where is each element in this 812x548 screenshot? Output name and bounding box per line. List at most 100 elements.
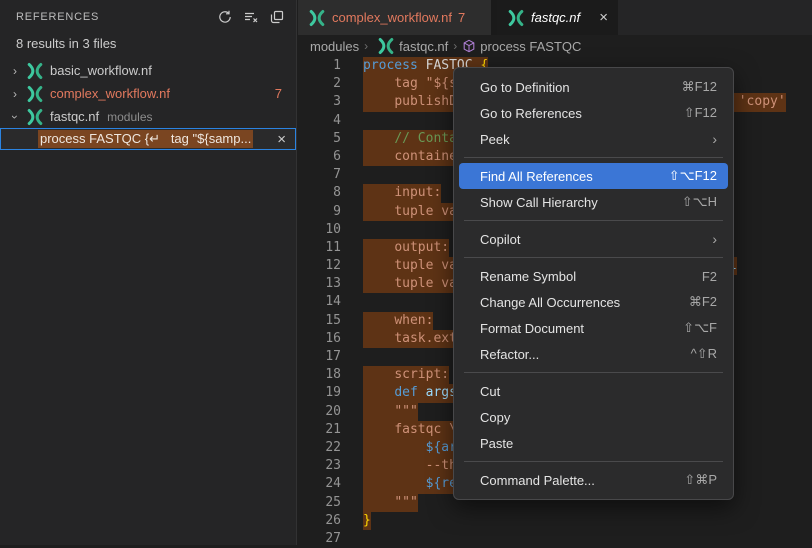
code-text: when:	[363, 312, 433, 330]
file-name: complex_workflow.nf	[50, 86, 170, 101]
chevron-right-icon[interactable]: ›	[8, 87, 22, 101]
chevron-down-icon[interactable]: ›	[8, 110, 22, 124]
code-token	[363, 204, 394, 219]
results-summary: 8 results in 3 files	[0, 34, 296, 59]
menu-item-shortcut: ⇧⌥F	[683, 320, 717, 336]
chevron-right-icon[interactable]: ›	[8, 64, 22, 78]
menu-item-show-call-hierarchy[interactable]: Show Call Hierarchy ⇧⌥H	[459, 189, 728, 215]
menu-item-label: Show Call Hierarchy	[480, 195, 598, 210]
breadcrumb: modules › fastqc.nf › process FASTQC	[298, 35, 812, 57]
nextflow-icon	[26, 85, 44, 103]
menu-item-command-palette[interactable]: Command Palette... ⇧⌘P	[459, 467, 728, 493]
breadcrumb-item-fastqc-nf[interactable]: fastqc.nf	[373, 37, 448, 55]
line-number: 26	[298, 512, 341, 530]
code-token	[363, 185, 394, 200]
tree-item-complex-workflow-nf[interactable]: ›complex_workflow.nf7	[0, 82, 296, 105]
menu-item-shortcut: ⌘F12	[682, 79, 717, 95]
code-token	[363, 495, 394, 510]
breadcrumb-item-process-fastqc[interactable]: process FASTQC	[462, 39, 581, 54]
code-token	[363, 422, 394, 437]
breadcrumb-label: modules	[310, 39, 359, 54]
code-token	[418, 76, 426, 91]
line-number: 27	[298, 530, 341, 548]
menu-item-copilot[interactable]: Copilot›	[459, 226, 728, 252]
code-token	[363, 404, 394, 419]
menu-item-label: Change All Occurrences	[480, 295, 620, 310]
line-number: 6	[298, 148, 341, 166]
menu-item-go-to-definition[interactable]: Go to Definition ⌘F12	[459, 74, 728, 100]
code-token	[363, 94, 394, 109]
code-text: """	[363, 494, 418, 512]
tab-fastqc-nf[interactable]: fastqc.nf×	[497, 0, 618, 35]
code-token	[363, 440, 426, 455]
menu-item-change-all-occurrences[interactable]: Change All Occurrences ⌘F2	[459, 289, 728, 315]
menu-item-label: Copy	[480, 410, 510, 425]
code-token: 'copy'	[739, 94, 786, 109]
menu-item-label: Format Document	[480, 321, 584, 336]
menu-item-label: Peek	[480, 132, 510, 147]
refresh-icon	[217, 9, 233, 25]
menu-separator	[464, 257, 723, 258]
breadcrumb-item-modules[interactable]: modules	[310, 39, 359, 54]
menu-item-label: Copilot	[480, 232, 520, 247]
line-number: 11	[298, 239, 341, 257]
line-number: 4	[298, 112, 341, 130]
clear-all-button[interactable]	[240, 6, 262, 28]
dismiss-result-icon[interactable]: ×	[277, 132, 286, 147]
breadcrumb-separator-icon: ›	[364, 39, 368, 53]
nextflow-icon	[308, 9, 326, 27]
tab-label: complex_workflow.nf	[332, 10, 452, 25]
collapse-all-icon	[269, 9, 285, 25]
file-name: basic_workflow.nf	[50, 63, 152, 78]
menu-item-peek[interactable]: Peek›	[459, 126, 728, 152]
menu-item-shortcut: ⌘F2	[689, 294, 717, 310]
code-line-26[interactable]: 26}	[298, 512, 812, 530]
menu-item-cut[interactable]: Cut	[459, 378, 728, 404]
line-number: 22	[298, 439, 341, 457]
menu-item-shortcut: ⇧⌘P	[684, 472, 717, 488]
line-number: 14	[298, 293, 341, 311]
menu-item-shortcut: ⇧F12	[684, 105, 717, 121]
menu-item-go-to-references[interactable]: Go to References⇧F12	[459, 100, 728, 126]
reference-result-item[interactable]: process FASTQC {↵ tag "${samp... ×	[0, 128, 296, 150]
code-token	[363, 367, 394, 382]
code-line-27[interactable]: 27	[298, 530, 812, 548]
line-number: 25	[298, 494, 341, 512]
code-text: """	[363, 403, 418, 421]
tree-item-fastqc-nf[interactable]: › fastqc.nf modules	[0, 105, 296, 128]
collapse-all-button[interactable]	[266, 6, 288, 28]
code-token: input:	[394, 185, 441, 200]
menu-item-label: Rename Symbol	[480, 269, 576, 284]
line-number: 2	[298, 75, 341, 93]
menu-item-copy[interactable]: Copy	[459, 404, 728, 430]
menu-item-shortcut: ⇧⌥H	[682, 194, 717, 210]
tab-complex-workflow-nf[interactable]: complex_workflow.nf7	[298, 0, 491, 35]
breadcrumb-label: fastqc.nf	[399, 39, 448, 54]
menu-separator	[464, 372, 723, 373]
code-token: """	[394, 404, 417, 419]
symbol-module-icon	[462, 39, 476, 53]
menu-item-rename-symbol[interactable]: Rename SymbolF2	[459, 263, 728, 289]
nextflow-icon	[377, 37, 395, 55]
code-token	[363, 313, 394, 328]
code-token: tag	[394, 76, 417, 91]
line-number: 20	[298, 403, 341, 421]
menu-item-format-document[interactable]: Format Document ⇧⌥F	[459, 315, 728, 341]
code-token: fastqc \	[394, 422, 457, 437]
file-name: fastqc.nf	[50, 109, 99, 124]
menu-item-find-all-references[interactable]: Find All References⇧⌥F12	[459, 163, 728, 189]
breadcrumb-separator-icon: ›	[453, 39, 457, 53]
menu-item-paste[interactable]: Paste	[459, 430, 728, 456]
menu-item-refactor[interactable]: Refactor...^⇧R	[459, 341, 728, 367]
close-tab-icon[interactable]: ×	[591, 9, 608, 26]
menu-item-label: Go to Definition	[480, 80, 570, 95]
menu-item-label: Command Palette...	[480, 473, 595, 488]
line-number: 8	[298, 184, 341, 202]
file-description: modules	[107, 110, 152, 124]
menu-item-label: Cut	[480, 384, 500, 399]
tree-item-basic-workflow-nf[interactable]: › basic_workflow.nf	[0, 59, 296, 82]
line-number: 15	[298, 312, 341, 330]
menu-item-shortcut: ⇧⌥F12	[669, 168, 717, 184]
code-token	[363, 331, 394, 346]
refresh-button[interactable]	[214, 6, 236, 28]
